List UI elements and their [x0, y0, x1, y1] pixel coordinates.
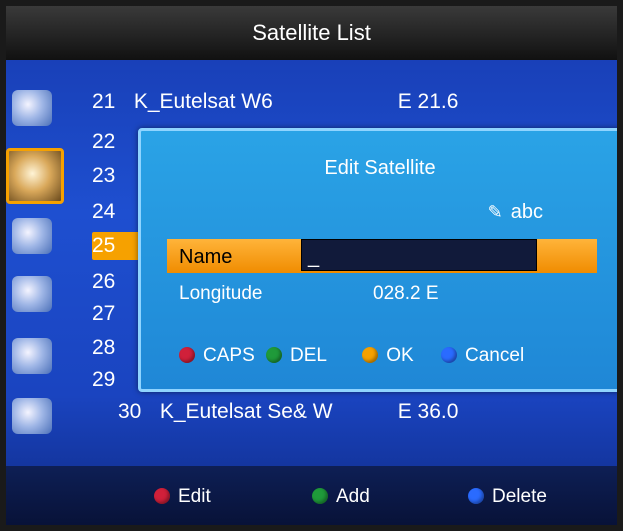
- list-item[interactable]: 22: [92, 128, 128, 156]
- film-reel-icon[interactable]: [12, 338, 52, 374]
- longitude-label: Longitude: [179, 283, 263, 304]
- name-input[interactable]: _: [301, 239, 537, 271]
- footer-bar: Edit Add Delete: [6, 466, 617, 525]
- list-item-number: 25: [92, 234, 116, 257]
- list-item-number: 24: [92, 200, 116, 223]
- list-item-number: 22: [92, 130, 116, 153]
- list-item[interactable]: 23: [92, 162, 128, 190]
- list-item[interactable]: 24: [92, 198, 128, 226]
- red-button-icon: [154, 488, 170, 504]
- monitor-icon[interactable]: [12, 90, 52, 126]
- list-item[interactable]: 27: [92, 300, 128, 328]
- delete-label: Delete: [492, 486, 547, 507]
- list-item-number: 26: [92, 270, 116, 293]
- caps-key-label: CAPS: [203, 345, 255, 366]
- list-item-number: 30: [118, 400, 142, 423]
- pencil-icon: ✎: [487, 202, 503, 222]
- tv-screen: Satellite List 21 K_Eutelsat W6 E 21.6 2…: [6, 6, 617, 525]
- input-mode-indicator: ✎ abc: [488, 201, 543, 224]
- globe-icon[interactable]: [12, 398, 52, 434]
- toolbox-icon[interactable]: [12, 276, 52, 312]
- delete-button[interactable]: Delete: [468, 486, 547, 508]
- list-item-name: K_Eutelsat W6: [133, 90, 273, 113]
- name-label: Name: [179, 246, 233, 268]
- cancel-key[interactable]: Cancel: [441, 345, 524, 367]
- list-item-number: 21: [92, 90, 116, 113]
- red-button-icon: [179, 347, 195, 363]
- list-item-number: 23: [92, 164, 116, 187]
- blue-button-icon: [441, 347, 458, 363]
- yellow-button-icon: [362, 347, 379, 363]
- del-key-label: DEL: [290, 345, 327, 366]
- green-button-icon: [266, 347, 283, 363]
- input-mode-label: abc: [510, 201, 543, 223]
- list-item[interactable]: 30 K_Eutelsat Se& W E 36.0: [118, 398, 458, 426]
- list-item-position: E 21.6: [397, 90, 459, 113]
- edit-satellite-dialog: Edit Satellite ✎ abc Name _ Longitude 028…: [138, 128, 617, 392]
- list-item-position: E 36.0: [397, 400, 459, 423]
- name-row[interactable]: Name _: [167, 239, 597, 273]
- caps-key[interactable]: CAPS: [179, 345, 255, 367]
- list-item-number: 27: [92, 302, 116, 325]
- blue-button-icon: [468, 488, 484, 504]
- add-label: Add: [336, 486, 370, 507]
- ok-key[interactable]: OK: [362, 345, 414, 367]
- longitude-value[interactable]: 028.2 E: [373, 283, 439, 305]
- green-button-icon: [312, 488, 328, 504]
- list-item[interactable]: 29: [92, 366, 128, 394]
- satellite-dish-icon[interactable]: [6, 148, 64, 204]
- list-item-name: K_Eutelsat Se& W: [159, 400, 333, 423]
- list-item-number: 29: [92, 368, 116, 391]
- list-item[interactable]: 28: [92, 334, 128, 362]
- gears-icon[interactable]: [12, 218, 52, 254]
- sidebar: [6, 76, 76, 436]
- add-button[interactable]: Add: [312, 486, 370, 508]
- dialog-key-hints: CAPS DEL OK Cancel: [179, 345, 530, 367]
- window-title: Satellite List: [6, 6, 617, 60]
- list-item[interactable]: 21 K_Eutelsat W6 E 21.6: [92, 88, 458, 116]
- del-key[interactable]: DEL: [266, 345, 327, 367]
- ok-key-label: OK: [386, 345, 414, 366]
- edit-button[interactable]: Edit: [154, 486, 211, 508]
- list-item-number: 28: [92, 336, 116, 359]
- list-item[interactable]: 26: [92, 268, 128, 296]
- edit-label: Edit: [178, 486, 211, 507]
- cancel-key-label: Cancel: [465, 345, 525, 366]
- dialog-title: Edit Satellite: [324, 157, 436, 179]
